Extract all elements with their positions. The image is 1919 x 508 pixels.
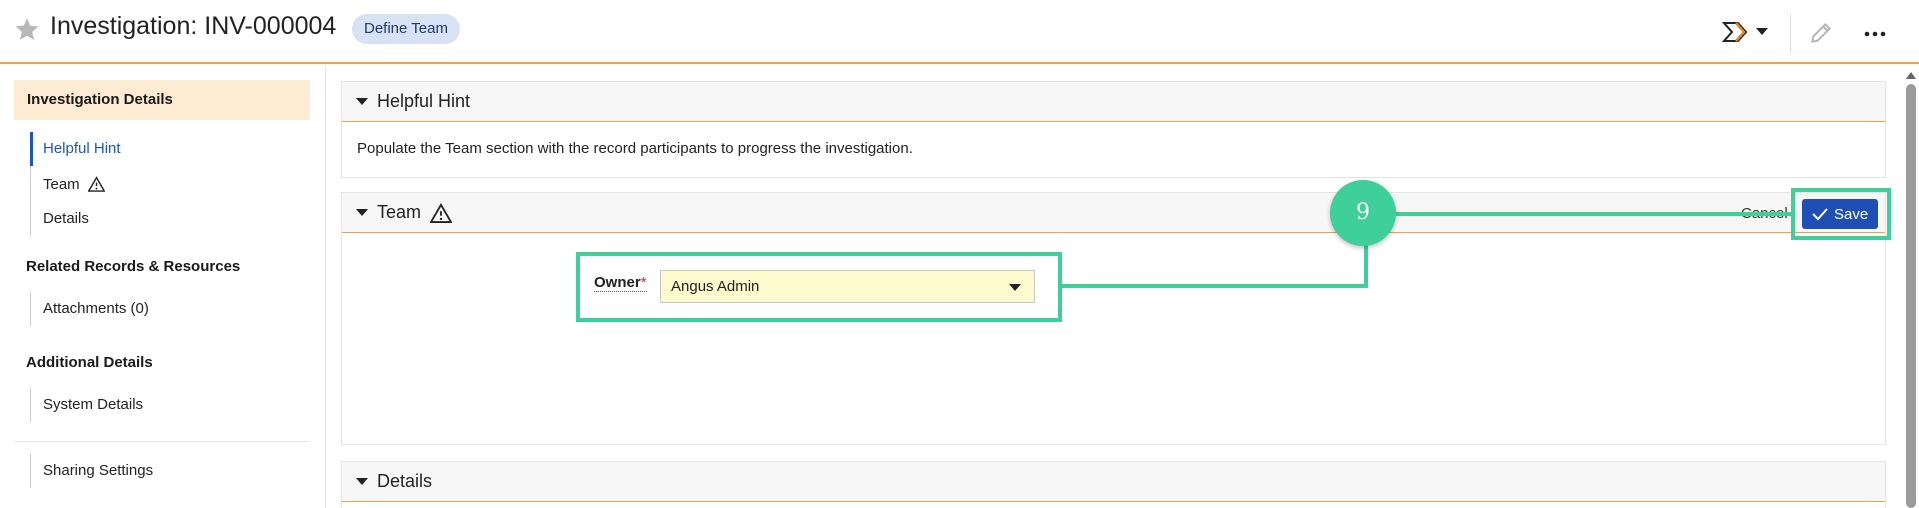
- more-icon[interactable]: [1862, 24, 1888, 44]
- sidebar-item-helpful-hint[interactable]: Helpful Hint: [43, 140, 121, 157]
- panel-title: Team: [377, 202, 422, 222]
- scroll-up-arrow-icon[interactable]: [1906, 72, 1916, 79]
- status-badge: Define Team: [352, 14, 460, 44]
- sidebar-item-details[interactable]: Details: [43, 210, 89, 227]
- active-indicator: [30, 132, 33, 166]
- sidebar-group-additional: System Details: [30, 388, 143, 422]
- collapse-icon[interactable]: [356, 98, 368, 105]
- collapse-icon[interactable]: [356, 209, 368, 216]
- sidebar-group-sharing: Sharing Settings: [30, 454, 153, 488]
- connector-line: [1062, 284, 1368, 288]
- sidebar-group-related: Attachments (0): [30, 292, 149, 326]
- warning-icon: [430, 203, 452, 223]
- scrollbar[interactable]: [1903, 66, 1919, 508]
- panel-title: Helpful Hint: [377, 91, 471, 111]
- sidebar-divider: [14, 441, 310, 442]
- sidebar-item-label: Team: [43, 176, 80, 193]
- sidebar-heading-additional: Additional Details: [26, 354, 153, 371]
- highlight-save-button: [1791, 188, 1891, 240]
- record-header: Investigation: INV-000004 Define Team: [0, 0, 1919, 64]
- team-panel: Team Cancel Save: [341, 192, 1886, 445]
- panel-header[interactable]: Helpful Hint: [342, 82, 1885, 122]
- sidebar-item-attachments[interactable]: Attachments (0): [43, 300, 149, 317]
- details-panel: Details: [341, 461, 1886, 508]
- sidebar-item-team[interactable]: Team: [43, 176, 105, 193]
- sidebar-item-sharing-settings[interactable]: Sharing Settings: [43, 462, 153, 479]
- sidebar: Investigation Details Helpful Hint Team …: [0, 66, 326, 508]
- hint-text: Populate the Team section with the recor…: [357, 140, 913, 157]
- helpful-hint-panel: Helpful Hint Populate the Team section w…: [341, 81, 1886, 178]
- sidebar-heading-related: Related Records & Resources: [26, 258, 241, 275]
- highlight-owner-field: [576, 252, 1062, 322]
- star-icon[interactable]: [14, 16, 40, 42]
- panel-header[interactable]: Details: [342, 462, 1885, 502]
- chevron-down-icon[interactable]: [1756, 28, 1768, 35]
- connector-line: [1396, 212, 1791, 216]
- sidebar-item-system-details[interactable]: System Details: [43, 396, 143, 413]
- collapse-icon[interactable]: [356, 478, 368, 485]
- step-number-badge: 9: [1330, 180, 1396, 246]
- page-title: Investigation: INV-000004: [50, 12, 337, 40]
- sidebar-group-investigation: Helpful Hint Team Details: [30, 132, 121, 236]
- warning-icon: [87, 176, 105, 192]
- scrollbar-thumb[interactable]: [1906, 84, 1916, 508]
- panel-title: Details: [377, 471, 433, 491]
- pencil-icon[interactable]: [1808, 20, 1834, 46]
- sidebar-section-investigation-details[interactable]: Investigation Details: [14, 80, 310, 120]
- header-divider: [1790, 14, 1791, 54]
- page: Investigation: INV-000004 Define Team In…: [0, 0, 1919, 508]
